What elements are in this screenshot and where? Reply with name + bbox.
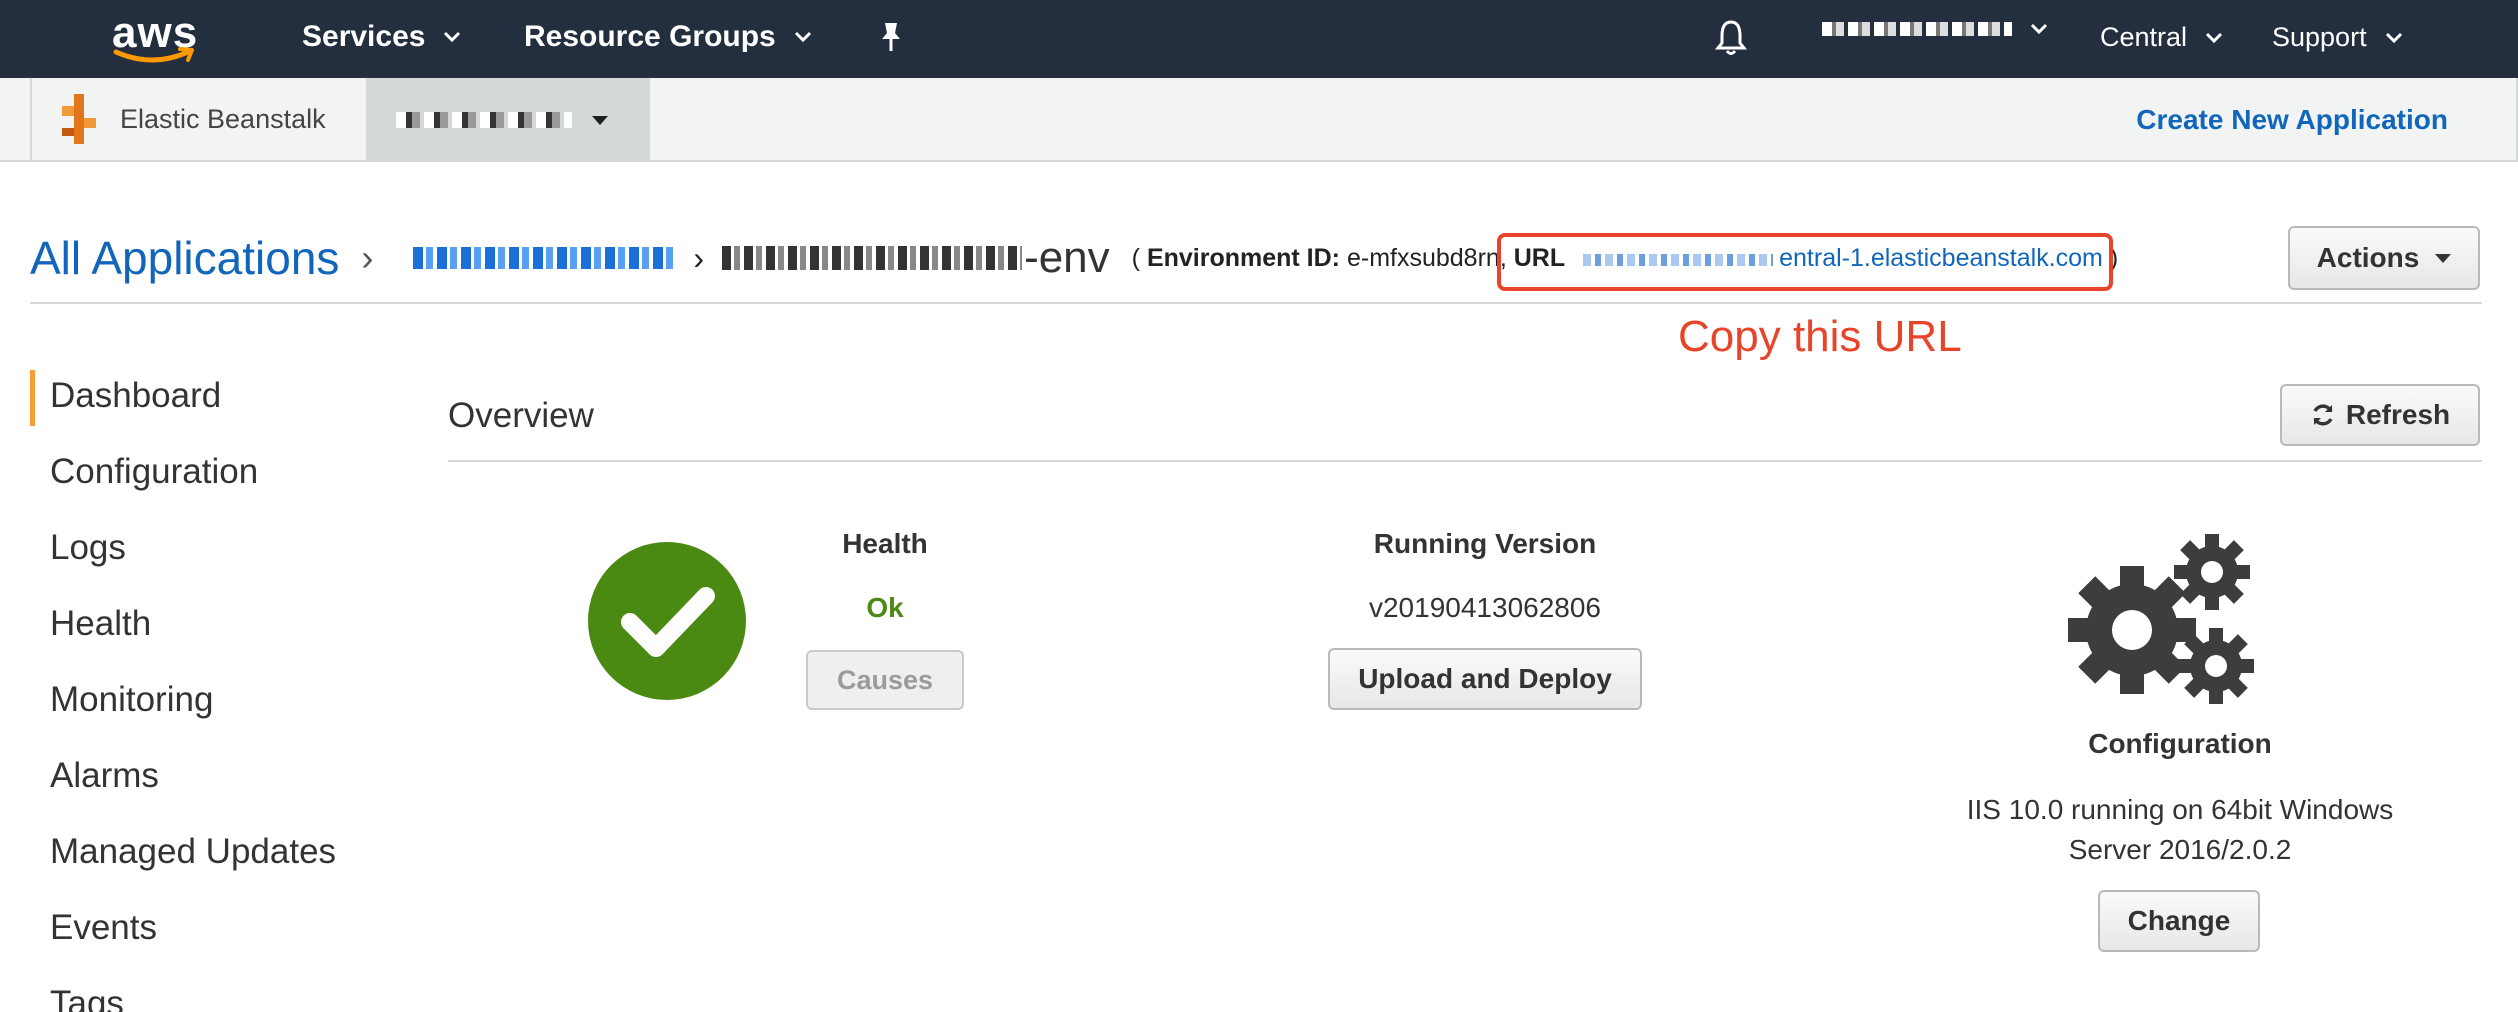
region-label: Central [2100, 22, 2188, 52]
upload-and-deploy-button[interactable]: Upload and Deploy [1328, 648, 1642, 710]
sidebar-item-health[interactable]: Health [50, 604, 151, 644]
environment-name-redacted [722, 246, 1023, 270]
elastic-beanstalk-icon[interactable] [60, 94, 100, 149]
support-menu[interactable]: Support [2272, 22, 2403, 53]
actions-label: Actions [2316, 242, 2420, 273]
environment-selector[interactable] [366, 78, 650, 162]
services-menu[interactable]: Services [302, 20, 461, 54]
sidebar-item-events[interactable]: Events [50, 908, 157, 948]
environment-id-label: Environment ID: [1146, 243, 1341, 272]
services-label: Services [302, 20, 426, 53]
pin-icon[interactable] [876, 20, 906, 59]
url-highlight-box [1497, 233, 2113, 291]
refresh-label: Refresh [2345, 399, 2451, 430]
chevron-down-icon [2030, 23, 2048, 35]
divider [448, 460, 2482, 462]
resource-groups-label: Resource Groups [524, 20, 776, 53]
support-label: Support [2272, 22, 2367, 52]
chevron-right-icon: › [361, 237, 374, 278]
chevron-down-icon [794, 31, 811, 43]
configuration-line-2: Server 2016/2.0.2 [2068, 834, 2292, 865]
overview-title: Overview [448, 396, 594, 435]
health-label: Health [842, 528, 928, 559]
sidebar-item-logs[interactable]: Logs [50, 528, 126, 568]
active-indicator [30, 370, 35, 426]
actions-button[interactable]: Actions [2288, 226, 2480, 290]
region-menu[interactable]: Central [2100, 22, 2223, 53]
environment-name-redacted [396, 112, 572, 128]
copy-url-annotation: Copy this URL [1678, 312, 1962, 361]
divider [30, 302, 2482, 304]
chevron-down-icon [2385, 32, 2402, 43]
environment-id-value: e-mfxsubd8rn, [1346, 243, 1507, 272]
sidebar-item-tags[interactable]: Tags [50, 984, 124, 1012]
account-menu[interactable] [1822, 22, 2048, 36]
causes-button[interactable]: Causes [806, 650, 964, 710]
resource-groups-menu[interactable]: Resource Groups [524, 20, 812, 54]
configuration-description: IIS 10.0 running on 64bit Windows Server… [1940, 790, 2420, 870]
configuration-gears-icon [2060, 530, 2260, 715]
account-name-redacted [1822, 22, 2012, 36]
sidebar-item-dashboard[interactable]: Dashboard [50, 376, 221, 416]
configuration-line-1: IIS 10.0 running on 64bit Windows [1966, 794, 2394, 825]
sidebar-item-monitoring[interactable]: Monitoring [50, 680, 213, 720]
health-status: Ok [866, 592, 904, 623]
all-applications-link[interactable]: All Applications [30, 231, 339, 285]
environment-name-suffix: -env [1024, 233, 1110, 282]
open-paren: ( [1131, 243, 1140, 272]
chevron-down-icon [2205, 32, 2223, 43]
sidebar-item-managed-updates[interactable]: Managed Updates [50, 832, 336, 872]
top-navigation-bar: aws Services Resource Groups Central Sup… [0, 0, 2518, 78]
divider [30, 78, 32, 162]
aws-smile-icon [113, 47, 194, 63]
chevron-right-icon: › [693, 239, 705, 276]
change-button[interactable]: Change [2098, 890, 2260, 952]
health-ok-check-icon [588, 542, 746, 705]
running-version-label: Running Version [1373, 528, 1597, 559]
caret-down-icon [2435, 253, 2452, 263]
create-new-application-link[interactable]: Create New Application [2136, 104, 2448, 136]
service-name[interactable]: Elastic Beanstalk [120, 104, 326, 135]
service-subnav: Elastic Beanstalk Create New Application [0, 78, 2518, 162]
caret-down-icon [592, 115, 608, 125]
sidebar-item-configuration[interactable]: Configuration [50, 452, 258, 492]
configuration-label: Configuration [2088, 728, 2272, 759]
running-version-value: v20190413062806 [1368, 592, 1601, 623]
refresh-icon [2313, 404, 2333, 426]
aws-logo[interactable]: aws [108, 6, 198, 66]
bell-icon[interactable] [1714, 18, 1748, 63]
application-name-redacted[interactable] [413, 247, 676, 269]
sidebar-item-alarms[interactable]: Alarms [50, 756, 159, 796]
chevron-down-icon [444, 31, 461, 43]
refresh-button[interactable]: Refresh [2280, 384, 2480, 446]
